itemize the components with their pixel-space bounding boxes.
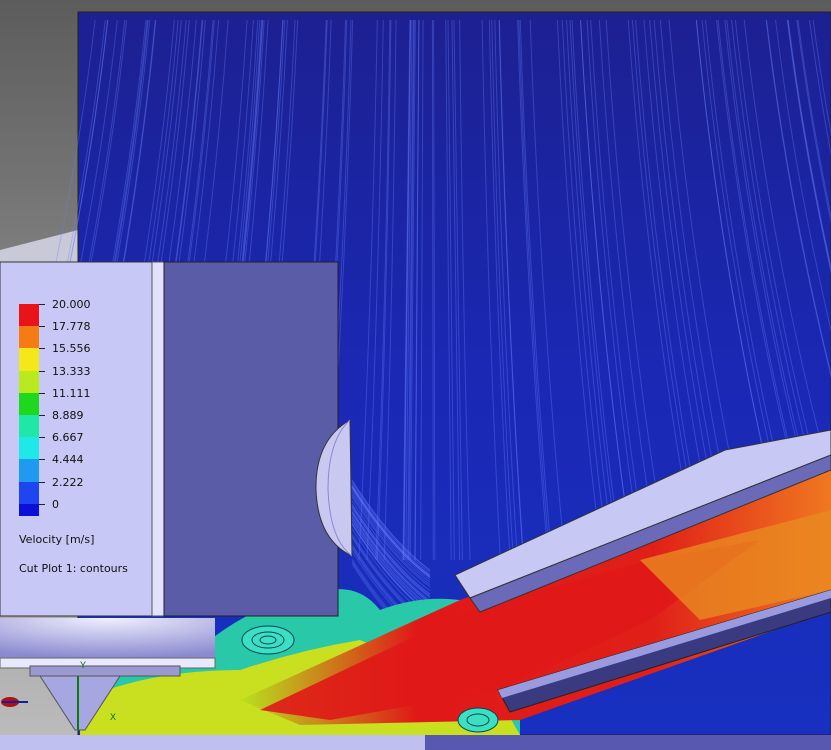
y-axis-label: Y [80, 660, 87, 670]
panel-divider [151, 261, 165, 617]
legend-swatch [19, 459, 39, 483]
legend-value-label: 20.000 [52, 298, 91, 311]
legend-swatch [19, 304, 39, 328]
legend-swatch [19, 503, 39, 516]
legend-tick [39, 304, 45, 305]
x-axis-label: X [110, 712, 117, 722]
bottom-strip-right [425, 735, 831, 750]
coordinate-triad-icon [0, 690, 30, 714]
legend-swatch [19, 348, 39, 372]
legend-swatch [19, 326, 39, 350]
legend-value-label: 15.556 [52, 342, 91, 356]
legend-value-label: 13.333 [52, 364, 91, 378]
legend-tick [39, 481, 45, 483]
legend-tick [39, 348, 45, 350]
legend-tick [39, 437, 45, 439]
legend-tick [39, 326, 45, 328]
legend-tick [39, 415, 45, 416]
legend-swatch [19, 370, 39, 394]
flow-simulation-view [0, 0, 831, 750]
legend-value-label: 2.222 [52, 475, 84, 489]
plot-name: Cut Plot 1: contours [19, 562, 128, 575]
legend-swatch [19, 392, 39, 416]
vortex-right [457, 707, 499, 733]
legend-tick [39, 392, 45, 394]
legend-value-label: 17.778 [52, 320, 91, 334]
bottom-strip-left [0, 735, 425, 750]
legend-tick [39, 459, 45, 461]
legend-value-label: 6.667 [52, 431, 84, 445]
legend-swatch [19, 481, 39, 505]
legend-value-label: 8.889 [52, 409, 84, 422]
legend-tick [39, 503, 45, 505]
legend-value-label: 0 [52, 497, 59, 511]
legend-swatch [19, 415, 39, 439]
legend-tick [39, 370, 45, 372]
dark-panel [163, 261, 339, 617]
vortex-left [241, 625, 295, 655]
legend-value-label: 11.111 [52, 386, 91, 400]
legend-value-label: 4.444 [52, 453, 84, 467]
legend-swatch [19, 437, 39, 461]
legend-title: Velocity [m/s] [19, 533, 95, 546]
funnel-top [0, 618, 215, 658]
